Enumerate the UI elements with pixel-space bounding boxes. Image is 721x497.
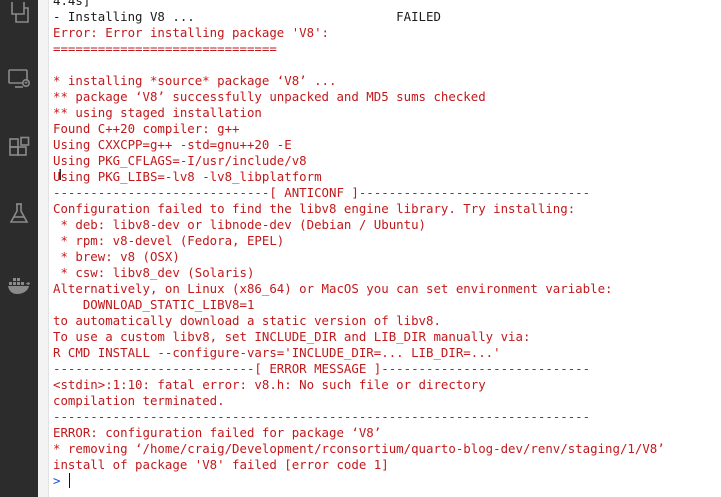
console-line: Using PKG_CFLAGS=-I/usr/include/v8	[53, 153, 307, 168]
r-console-output[interactable]: 4.4s] - Installing V8 ... FAILED Error: Er…	[53, 0, 721, 497]
console-line: R CMD INSTALL --configure-vars='INCLUDE_…	[53, 345, 501, 360]
mouse-ibeam-cursor: I	[58, 166, 63, 184]
console-line: Configuration failed to find the libv8 e…	[53, 201, 576, 216]
console-line: Using PKG_LIBS=-lv8 -lv8_libplatform	[53, 169, 322, 184]
remote-explorer-icon[interactable]	[7, 66, 31, 90]
console-line: install of package 'V8' failed [error co…	[53, 457, 389, 472]
console-line: 4.4s]	[53, 0, 91, 8]
prompt-symbol: >	[53, 473, 61, 488]
console-line: to automatically download a static versi…	[53, 313, 441, 328]
console-line: ** using staged installation	[53, 105, 262, 120]
console-line: Error: Error installing package 'V8':	[53, 25, 330, 40]
console-line: ==============================	[53, 41, 277, 56]
console-line: compilation terminated.	[53, 393, 225, 408]
console-line: ---------------------------[ ERROR MESSA…	[53, 361, 591, 376]
extensions-icon[interactable]	[7, 136, 31, 160]
console-line: Found C++20 compiler: g++	[53, 121, 240, 136]
console-prompt-line[interactable]: >	[53, 473, 721, 489]
activity-bar	[0, 0, 38, 497]
gutter-divider	[48, 0, 49, 497]
console-line: To use a custom libv8, set INCLUDE_DIR a…	[53, 329, 531, 344]
console-line: ERROR: configuration failed for package …	[53, 425, 382, 440]
console-line: - Installing V8 ... FAILED	[53, 9, 441, 24]
console-line: DOWNLOAD_STATIC_LIBV8=1	[53, 297, 255, 312]
text-caret	[68, 473, 71, 488]
explorer-icon[interactable]	[7, 2, 31, 26]
console-line: * installing *source* package ‘V8’ ...	[53, 73, 337, 88]
console-line: <stdin>:1:10: fatal error: v8.h: No such…	[53, 377, 486, 392]
console-line: * brew: v8 (OSX)	[53, 249, 180, 264]
testing-icon[interactable]	[7, 202, 31, 226]
console-line: ** package ‘V8’ successfully unpacked an…	[53, 89, 486, 104]
console-line: -----------------------------[ ANTICONF …	[53, 185, 591, 200]
console-line: * csw: libv8_dev (Solaris)	[53, 265, 255, 280]
console-line: * removing ‘/home/craig/Development/rcon…	[53, 441, 665, 456]
console-line: * deb: libv8-dev or libnode-dev (Debian …	[53, 217, 426, 232]
console-line: Alternatively, on Linux (x86_64) or MacO…	[53, 281, 613, 296]
docker-icon[interactable]	[7, 272, 31, 296]
console-line: ----------------------------------------…	[53, 409, 591, 424]
console-line: * rpm: v8-devel (Fedora, EPEL)	[53, 233, 285, 248]
console-line: Using CXXCPP=g++ -std=gnu++20 -E	[53, 137, 292, 152]
